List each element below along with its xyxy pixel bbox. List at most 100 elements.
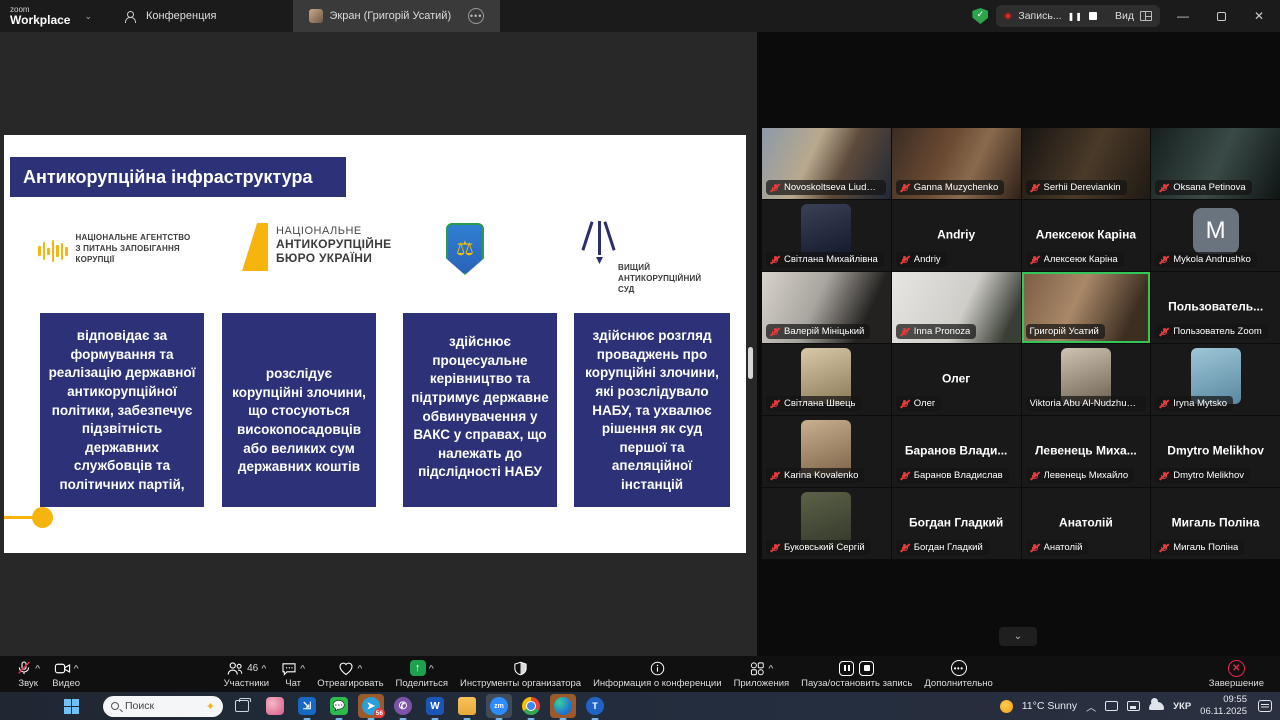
panel-resize-handle[interactable] [748,347,753,379]
nabu-line2: АНТИКОРУПЦІЙНЕ [276,237,392,251]
participant-tile[interactable]: Григорій Усатий [1021,272,1151,343]
taskbar-search-input[interactable]: Поиск ✦ [103,695,223,717]
notification-center-icon[interactable] [1258,700,1272,712]
audio-chevron-icon[interactable]: ^ [35,664,40,672]
participant-tile[interactable]: Karina Kovalenko [762,416,891,487]
participant-tile[interactable]: M M Mykola Andrushko [1151,200,1280,271]
participant-tile[interactable]: Валерій Мініцький [762,272,891,343]
participant-display-name: Мигаль Поліна [1171,515,1260,530]
t-app-icon[interactable]: T [582,694,608,720]
audio-label: Звук [18,677,38,689]
participant-tile[interactable]: Iryna Mytsko [1151,344,1280,415]
pink-app-icon[interactable] [262,694,288,718]
file-explorer-icon[interactable] [454,694,480,720]
close-button[interactable]: ✕ [1244,3,1274,29]
end-meeting-button[interactable]: ✕ Завершение [1203,656,1270,692]
meeting-info-label: Информация о конференции [593,677,722,689]
window-titlebar: zoom Workplace ⌄ Конференция Экран (Григ… [0,0,1280,32]
tray-chevron-up-icon[interactable]: ︿ [1086,699,1096,714]
apps-button[interactable]: ^ Приложения [728,656,796,692]
nazk-line2: З ПИТАНЬ ЗАПОБІГАННЯ [75,243,180,253]
participants-chevron-icon[interactable]: ^ [261,664,266,672]
telegram-icon[interactable]: ➤ 56 [358,694,385,720]
chrome-icon[interactable] [518,694,544,720]
participant-nameplate: Oksana Petinova [1155,180,1252,195]
participant-tile[interactable]: Dmytro Melikhov Dmytro Melikhov Dmytro M… [1151,416,1280,487]
participant-tile[interactable]: Баранов Влади... Баранов Влади... Барано… [891,416,1021,487]
task-view-button[interactable] [235,698,251,712]
audio-button[interactable]: ^ Звук [10,656,46,692]
participant-tile[interactable]: Novoskoltseva Liudmyla [762,128,891,199]
wechat-icon[interactable]: 💬 [326,694,352,720]
participant-nameplate: Serhii Dereviankin [1025,180,1127,195]
chat-button[interactable]: ^ Чат [275,656,311,692]
video-chevron-icon[interactable]: ^ [74,664,79,672]
participant-tile[interactable]: Богдан Гладкий Богдан Гладкий Богдан Гла… [891,488,1021,559]
tab-meeting[interactable]: Конференция [110,0,232,32]
edge-icon[interactable] [550,694,576,720]
participant-tile[interactable]: Пользователь... Пользователь... Пользова… [1151,272,1280,343]
weather-sun-icon[interactable] [999,699,1013,713]
participant-tile[interactable]: Serhii Dereviankin [1021,128,1151,199]
more-button[interactable]: ••• Дополнительно [918,656,998,692]
maximize-button[interactable] [1206,3,1236,29]
share-button[interactable]: ↑ ^ Поделиться [390,656,454,692]
anydesk-icon[interactable]: ⇲ [294,694,320,720]
participant-nameplate: Karina Kovalenko [766,468,865,483]
view-layout-icon[interactable] [1140,11,1152,21]
participant-tile[interactable]: Олег Олег Олег [891,344,1021,415]
nabu-line1: НАЦІОНАЛЬНЕ [276,225,362,237]
info-icon [650,661,665,675]
participant-tile[interactable]: Левенець Миха... Левенець Миха... Левене… [1021,416,1151,487]
host-tools-button[interactable]: Инструменты организатора [454,656,587,692]
react-button[interactable]: ^ Отреагировать [311,656,389,692]
meeting-info-button[interactable]: Информация о конференции [587,656,728,692]
viber-icon[interactable]: ✆ [390,694,416,720]
security-shield-icon[interactable] [972,8,989,24]
participant-tile[interactable]: Inna Pronoza [891,272,1021,343]
clock[interactable]: 09:55 06.11.2025 [1200,694,1247,718]
chevron-down-icon[interactable]: ⌄ [84,11,92,22]
share-chevron-icon[interactable]: ^ [429,664,434,672]
tray-device-icon[interactable] [1105,701,1119,711]
copilot-sparkle-icon[interactable]: ✦ [206,700,215,713]
participants-label: Участники [223,677,270,689]
video-button[interactable]: ^ Видео [46,656,86,692]
participants-button[interactable]: 46 ^ Участники [218,656,275,692]
onedrive-icon[interactable] [1149,698,1165,710]
participant-name-label: Iryna Mytsko [1173,398,1228,409]
apps-chevron-icon[interactable]: ^ [768,664,773,672]
zoom-app-icon[interactable]: zm [486,694,512,720]
chat-chevron-icon[interactable]: ^ [300,664,305,672]
tray-network-icon[interactable] [1127,701,1141,711]
pause-icon[interactable] [839,660,855,676]
react-chevron-icon[interactable]: ^ [357,664,362,672]
participant-tile[interactable]: Viktoria Abu Al-Nudzhum Al-... [1021,344,1151,415]
participant-tile[interactable]: Світлана Михайлівна [762,200,891,271]
meeting-main-area: Антикорупційна інфраструктура НАЦІОНАЛЬН… [0,32,1280,656]
participants-icon [227,661,243,675]
stop-recording-icon[interactable] [1089,12,1097,20]
tab-shared-screen[interactable]: Экран (Григорій Усатий) ••• [292,0,501,32]
mic-muted-icon [769,255,781,265]
start-button[interactable] [64,698,79,714]
participant-tile[interactable]: Буковський Сергій [762,488,891,559]
pause-recording-icon[interactable]: ❚❚ [1068,12,1083,21]
minimize-button[interactable]: — [1168,3,1198,29]
participant-tile[interactable]: Світлана Швець [762,344,891,415]
word-icon[interactable]: W [422,694,448,720]
participant-tile[interactable]: Анатолій Анатолій Анатолій [1021,488,1151,559]
language-indicator[interactable]: УКР [1173,701,1191,712]
participant-tile[interactable]: Oksana Petinova [1151,128,1280,199]
tab-options-icon[interactable]: ••• [468,8,485,24]
scroll-more-participants-button[interactable]: ⌄ [999,627,1037,646]
participant-tile[interactable]: Алексеюк Каріна Алексеюк Каріна Алексеюк… [1021,200,1151,271]
participant-tile[interactable]: Мигаль Поліна Мигаль Поліна Мигаль Полін… [1151,488,1280,559]
participant-tile[interactable]: Andriy Andriy Andriy [891,200,1021,271]
weather-label[interactable]: 11°C Sunny [1022,700,1077,712]
stop-icon[interactable] [859,660,875,676]
participant-tile[interactable]: Ganna Muzychenko [891,128,1021,199]
pause-stop-recording-button[interactable]: Пауза/остановить запись [795,656,918,692]
slide-box-nabu: розслідує корупційні злочини, що стосуют… [222,313,376,507]
participant-name-label: Олег [913,398,936,409]
